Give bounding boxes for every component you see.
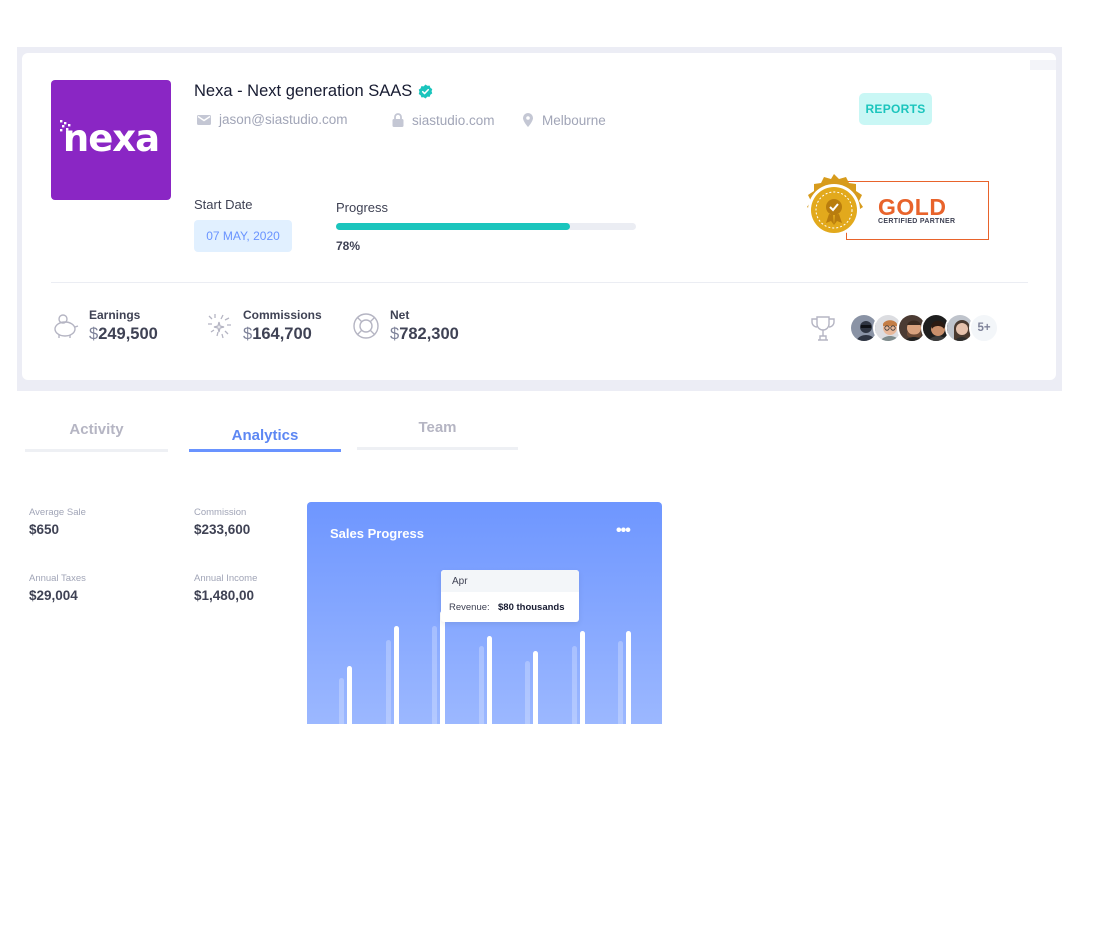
trophy-icon bbox=[811, 316, 835, 341]
tab-team-underline bbox=[357, 447, 518, 450]
location-meta[interactable]: Melbourne bbox=[521, 112, 606, 128]
confetti-icon bbox=[208, 314, 231, 339]
annual-income-value: $1,480,00 bbox=[194, 588, 255, 603]
annual-income-label: Annual Income bbox=[194, 573, 258, 584]
card-divider bbox=[51, 282, 1028, 283]
tooltip-month: Apr bbox=[452, 576, 468, 587]
sales-bar-back bbox=[385, 640, 391, 726]
sales-bar[interactable] bbox=[533, 651, 538, 726]
start-date-badge: 07 MAY, 2020 bbox=[194, 220, 292, 252]
company-logo: nexa bbox=[51, 80, 171, 200]
gold-partner-badge: GOLD CERTIFIED PARTNER bbox=[797, 173, 990, 246]
decorative-shadow bbox=[1030, 60, 1056, 70]
sales-bar[interactable] bbox=[486, 636, 492, 726]
tab-activity-underline bbox=[25, 449, 168, 452]
sales-bar-back bbox=[525, 661, 530, 726]
tooltip-label: Revenue: bbox=[449, 602, 490, 613]
stat-commissions-value: 164,700 bbox=[252, 325, 312, 343]
verified-check-icon bbox=[419, 84, 433, 99]
annual-taxes-value: $29,004 bbox=[29, 588, 78, 603]
company-name-text[interactable]: Nexa - Next generation SAAS bbox=[194, 82, 412, 101]
sales-bar[interactable] bbox=[347, 666, 352, 726]
stat-earnings-currency: $ bbox=[89, 325, 99, 343]
website-meta[interactable]: siastudio.com bbox=[391, 112, 495, 128]
stat-earnings-value: 249,500 bbox=[98, 325, 158, 343]
location-text[interactable]: Melbourne bbox=[542, 113, 606, 128]
tab-analytics-label[interactable]: Analytics bbox=[232, 427, 299, 444]
gold-seal-icon bbox=[807, 174, 863, 236]
sales-bar-back bbox=[478, 646, 484, 726]
email-meta[interactable]: jason@siastudio.com bbox=[196, 112, 348, 127]
company-name[interactable]: Nexa - Next generation SAAS bbox=[194, 82, 433, 101]
gold-badge-subtitle: CERTIFIED PARTNER bbox=[878, 218, 956, 225]
more-members-badge[interactable]: 5+ bbox=[969, 313, 999, 343]
progress-bar bbox=[336, 223, 636, 230]
more-options-button[interactable]: ••• bbox=[616, 523, 631, 539]
sales-bar[interactable] bbox=[440, 611, 445, 726]
stat-earnings: Earnings $249,500 bbox=[51, 308, 158, 344]
average-sale-value: $650 bbox=[29, 522, 60, 537]
start-date-label: Start Date bbox=[194, 197, 253, 212]
sales-bar-back bbox=[339, 678, 344, 726]
stat-net-currency: $ bbox=[390, 325, 400, 343]
sales-bar[interactable] bbox=[579, 631, 585, 726]
progress-bar-fill bbox=[336, 223, 570, 230]
tab-analytics-underline bbox=[189, 449, 341, 452]
lock-icon bbox=[392, 113, 404, 127]
sales-bar-back bbox=[618, 641, 623, 726]
commission-label: Commission bbox=[194, 507, 247, 518]
tooltip-value: $80 thousands bbox=[498, 602, 565, 613]
sales-bar-back bbox=[432, 626, 437, 726]
team-avatars[interactable]: 5+ bbox=[849, 313, 999, 343]
commission-value: $233,600 bbox=[194, 522, 251, 537]
piggy-bank-icon bbox=[54, 314, 79, 338]
reports-button[interactable]: REPORTS bbox=[859, 93, 932, 125]
tab-activity[interactable]: Activity bbox=[25, 421, 168, 452]
email-text[interactable]: jason@siastudio.com bbox=[219, 112, 348, 127]
tab-activity-label[interactable]: Activity bbox=[69, 421, 123, 438]
tab-team-label[interactable]: Team bbox=[418, 419, 456, 436]
sales-progress-title: Sales Progress bbox=[330, 526, 424, 541]
sales-bar[interactable] bbox=[393, 626, 399, 726]
location-pin-icon bbox=[523, 113, 533, 127]
sales-progress-card: Sales Progress ••• Apr Revenue: $80 thou… bbox=[307, 502, 662, 726]
lifebuoy-icon bbox=[353, 313, 379, 339]
sales-bar-back bbox=[571, 646, 577, 726]
stat-net-label: Net bbox=[390, 308, 410, 322]
average-sale-label: Average Sale bbox=[29, 507, 86, 518]
stat-commissions-currency: $ bbox=[243, 325, 253, 343]
stat-earnings-label: Earnings bbox=[89, 308, 141, 322]
gold-badge-title: GOLD bbox=[878, 194, 947, 220]
logo-text: nexa bbox=[62, 117, 160, 160]
sales-bar[interactable] bbox=[626, 631, 631, 726]
stat-net: Net $782,300 bbox=[352, 308, 459, 344]
mail-icon bbox=[197, 114, 211, 125]
annual-taxes-label: Annual Taxes bbox=[29, 573, 86, 584]
progress-label: Progress bbox=[336, 200, 389, 215]
tab-analytics[interactable]: Analytics bbox=[189, 421, 341, 452]
tab-team[interactable]: Team bbox=[357, 419, 518, 450]
sales-card-bottom-edge bbox=[307, 724, 662, 727]
stat-net-value: 782,300 bbox=[399, 325, 459, 343]
stat-commissions-label: Commissions bbox=[243, 308, 322, 322]
website-text[interactable]: siastudio.com bbox=[412, 113, 495, 128]
progress-value: 78% bbox=[336, 239, 361, 253]
chart-tooltip: Apr Revenue: $80 thousands bbox=[441, 570, 579, 622]
stat-commissions: Commissions $164,700 bbox=[205, 308, 322, 344]
